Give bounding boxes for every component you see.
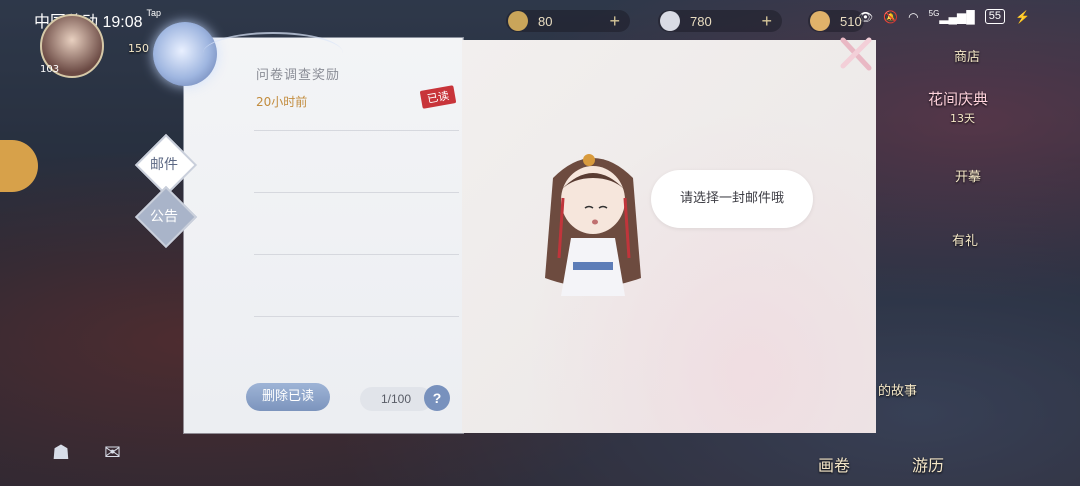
gift-button[interactable]: 有礼: [952, 230, 978, 249]
resource-third[interactable]: 510: [808, 10, 864, 32]
coin-icon: [508, 11, 528, 31]
tab-mail-label: 邮件: [150, 157, 178, 173]
scroll-button[interactable]: 画卷: [818, 452, 850, 476]
divider: [254, 254, 459, 255]
mail-panel: 问卷调查奖励 20小时前 已读 删除已读 1/100 ? 邮件 公告 请选择一封…: [134, 22, 876, 433]
story-label[interactable]: 的故事: [878, 380, 917, 399]
mail-detail-pane: [462, 40, 876, 433]
gold-icon: [810, 11, 830, 31]
mute-icon: 🔕: [883, 9, 899, 24]
clock: 19:08: [102, 14, 143, 31]
delete-read-button[interactable]: 删除已读: [246, 383, 330, 411]
silver-icon: [660, 11, 680, 31]
close-icon[interactable]: [835, 34, 875, 74]
resource-silver[interactable]: 780 +: [658, 10, 782, 32]
festival-days: 13天: [950, 112, 975, 125]
tap-label: Tap: [146, 8, 162, 18]
chibi-character: [545, 154, 641, 296]
resource-coin[interactable]: 80 +: [506, 10, 630, 32]
signal-icon: 5G▂▄▆█: [928, 9, 975, 24]
divider: [254, 316, 459, 317]
divider: [254, 192, 459, 193]
divider: [254, 130, 459, 131]
status-right: 👁 🔕 ◠ 5G▂▄▆█ 55 ⚡: [858, 9, 1030, 24]
battery-icon: 55: [984, 9, 1006, 24]
swirl-decoration: [203, 32, 343, 74]
travel-button[interactable]: 游历: [912, 452, 944, 476]
festival-button[interactable]: 花间庆典: [928, 88, 988, 109]
help-icon[interactable]: ?: [424, 385, 450, 411]
silver-value: 780: [690, 13, 712, 29]
lottery-button[interactable]: 开摹: [955, 166, 981, 185]
envelope-icon[interactable]: ✉: [104, 440, 121, 464]
player-level: 103: [40, 64, 60, 75]
empty-prompt-bubble: 请选择一封邮件哦: [651, 170, 813, 228]
charging-icon: ⚡: [1015, 9, 1030, 24]
player-points: 150: [128, 42, 149, 55]
coin-value: 80: [538, 13, 553, 29]
add-silver-icon[interactable]: +: [761, 10, 772, 32]
wifi-icon: ◠: [908, 9, 919, 24]
shop-button[interactable]: 商店: [954, 46, 980, 65]
mail-counter: 1/100: [360, 387, 432, 411]
add-coin-icon[interactable]: +: [609, 10, 620, 32]
gold-value: 510: [840, 13, 862, 29]
mail-list-pane: 问卷调查奖励 20小时前 已读 删除已读 1/100 ?: [184, 38, 463, 433]
tab-notice-label: 公告: [150, 209, 178, 225]
friends-icon[interactable]: ☗: [52, 440, 70, 464]
